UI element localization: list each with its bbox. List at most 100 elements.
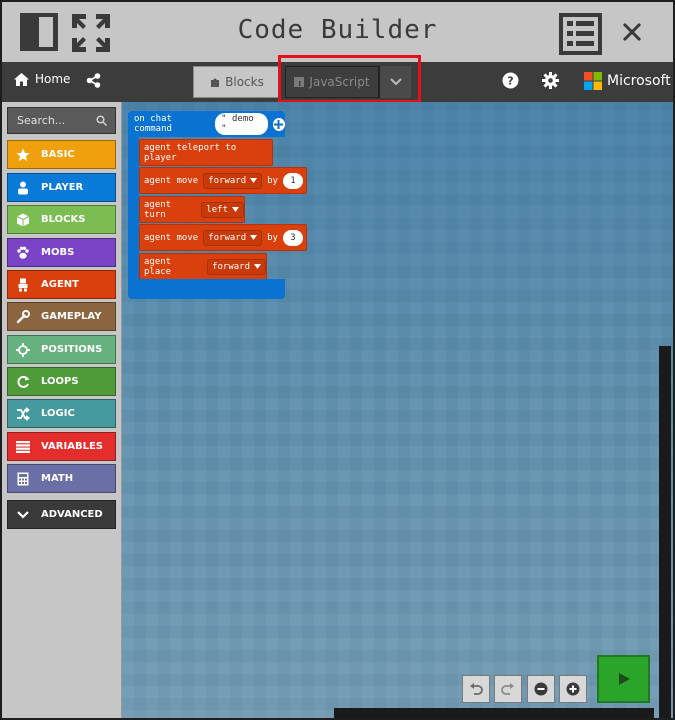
agent-place-block[interactable]: agent place forward [139,253,267,280]
category-blocks[interactable]: BLOCKS [7,205,116,234]
help-icon: ? [502,72,519,89]
share-button[interactable] [86,73,101,92]
category-label: GAMEPLAY [41,311,102,322]
close-icon[interactable] [622,22,642,46]
direction-dropdown[interactable]: forward [203,172,263,189]
blocks-workspace[interactable]: on chat command " demo " agent teleport … [122,102,673,718]
category-math[interactable]: MATH [7,464,116,493]
wrench-icon [14,308,32,326]
undo-button[interactable] [462,675,490,703]
person-icon [14,179,32,197]
place-direction-dropdown[interactable]: forward [207,258,266,275]
search-placeholder: Search... [17,114,66,127]
search-input[interactable]: Search... [7,107,116,134]
zoom-in-icon [566,682,580,696]
paw-icon [14,244,32,262]
category-label: VARIABLES [41,441,103,452]
plus-icon [274,119,284,129]
dropdown-value: left [206,204,228,215]
category-label: BASIC [41,149,75,160]
block-text: agent place [144,256,172,277]
help-button[interactable]: ? [502,72,519,93]
microsoft-logo-icon [584,72,602,90]
list-view-icon[interactable] [558,12,603,60]
category-label: MATH [41,473,74,484]
crosshair-icon [14,341,32,359]
code-builder-window: Code Builder Home Blocks JavaScript ? Mi… [0,0,675,720]
agent-turn-block[interactable]: agent turn left [139,196,245,223]
chevron-down-icon [14,506,32,524]
event-label: on chat command [134,114,172,134]
category-label: LOGIC [41,408,75,419]
category-label: AGENT [41,279,79,290]
redo-button[interactable] [494,675,522,703]
play-icon [618,673,630,685]
gear-icon [542,72,559,89]
search-icon [96,115,107,126]
category-label: MOBS [41,247,75,258]
category-label: BLOCKS [41,214,86,225]
category-loops[interactable]: LOOPS [7,367,116,396]
svg-text:?: ? [507,75,513,88]
zoom-out-button[interactable] [527,675,555,703]
shuffle-icon [14,405,32,423]
category-positions[interactable]: POSITIONS [7,335,116,364]
block-text: agent move [144,232,199,243]
on-chat-command-block[interactable]: on chat command " demo " [128,111,285,137]
by-label: by [267,175,278,186]
by-label: by [267,232,278,243]
zoom-out-icon [534,682,548,696]
steps-input[interactable]: 3 [282,229,303,246]
agent-move-block[interactable]: agent move forward by 1 [139,167,307,194]
agent-teleport-block[interactable]: agent teleport to player [139,139,273,166]
category-agent[interactable]: AGENT [7,270,116,299]
dropdown-value: forward [208,232,247,243]
event-block-footer [128,279,285,299]
settings-button[interactable] [542,72,559,93]
turn-direction-dropdown[interactable]: left [201,201,244,218]
category-player[interactable]: PLAYER [7,173,116,202]
category-advanced[interactable]: ADVANCED [7,500,116,529]
category-label: LOOPS [41,376,79,387]
star-icon [14,146,32,164]
tab-blocks[interactable]: Blocks [193,66,281,98]
add-parameter-button[interactable] [272,117,285,131]
dropdown-value: forward [208,175,247,186]
block-text: agent teleport to player [144,142,237,163]
share-icon [86,73,101,88]
title-bar: Code Builder [2,2,673,62]
category-basic[interactable]: BASIC [7,140,116,169]
dropdown-value: forward [212,261,250,272]
dropdown-arrow-icon [250,235,258,240]
block-text: agent turn [144,199,172,220]
category-label: POSITIONS [41,344,103,355]
dropdown-arrow-icon [232,207,239,212]
home-button[interactable]: Home [14,72,70,86]
agent-icon [14,276,32,294]
home-label: Home [35,72,71,86]
vertical-scrollbar[interactable] [659,346,671,718]
lines-icon [14,438,32,456]
category-variables[interactable]: VARIABLES [7,432,116,461]
cube-icon [14,211,32,229]
category-gameplay[interactable]: GAMEPLAY [7,302,116,331]
category-label: PLAYER [41,182,84,193]
calculator-icon [14,470,32,488]
puzzle-icon [211,78,220,87]
category-logic[interactable]: LOGIC [7,399,116,428]
category-mobs[interactable]: MOBS [7,238,116,267]
event-block-spine [128,136,139,282]
toolbox-sidebar: Search... BASIC PLAYER BLOCKS MOBS AGENT [2,102,122,718]
steps-input[interactable]: 1 [282,172,303,189]
horizontal-scrollbar[interactable] [334,708,654,718]
loop-icon [14,373,32,391]
run-button[interactable] [597,655,650,703]
zoom-in-button[interactable] [559,675,587,703]
category-label: ADVANCED [41,509,103,520]
block-text: agent move [144,175,199,186]
dropdown-arrow-icon [250,178,258,183]
agent-move-block[interactable]: agent move forward by 3 [139,224,307,251]
microsoft-logo: Microsoft [584,72,671,90]
direction-dropdown[interactable]: forward [203,229,263,246]
command-name-field[interactable]: " demo " [215,113,268,135]
